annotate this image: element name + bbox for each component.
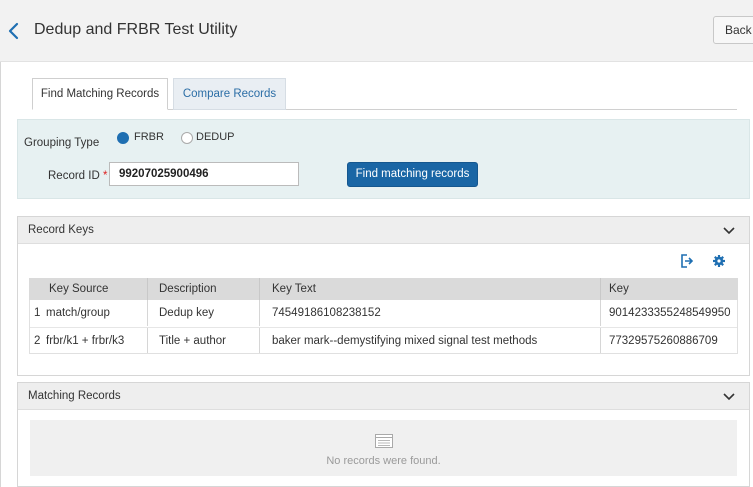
table-bottom-border <box>29 353 738 354</box>
record-id-input[interactable] <box>109 162 299 186</box>
column-divider <box>147 328 148 354</box>
column-header-key: Key <box>609 283 629 295</box>
matching-records-header[interactable]: Matching Records <box>18 383 749 410</box>
key-cell: 9014233355248549950 <box>609 307 731 319</box>
row-number: 2 <box>34 335 41 347</box>
tab-find-matching-records[interactable]: Find Matching Records <box>32 78 168 110</box>
back-button[interactable]: Back <box>713 16 753 44</box>
empty-state-text: No records were found. <box>326 455 441 467</box>
chevron-left-icon[interactable] <box>6 22 22 40</box>
description-cell: Title + author <box>159 335 227 347</box>
left-divider <box>0 62 1 487</box>
record-keys-panel: Record Keys Key Source Description Key T… <box>17 216 750 376</box>
required-mark: * <box>102 170 108 182</box>
column-divider <box>147 278 148 300</box>
column-header-key-source: Key Source <box>49 283 109 295</box>
key-cell: 77329575260886709 <box>609 335 718 347</box>
find-matching-records-button[interactable]: Find matching records <box>347 162 478 187</box>
main-content: Find Matching Records Compare Records Gr… <box>0 62 753 487</box>
matching-records-title: Matching Records <box>28 390 121 402</box>
row-number: 1 <box>34 307 41 319</box>
column-divider <box>600 328 601 354</box>
radio-dedup-label[interactable]: DEDUP <box>196 131 235 143</box>
record-keys-header[interactable]: Record Keys <box>18 217 749 244</box>
page-title: Dedup and FRBR Test Utility <box>34 21 238 38</box>
column-divider <box>600 278 601 300</box>
key-text-cell: 74549186108238152 <box>272 307 381 319</box>
grouping-type-label: Grouping Type <box>24 137 100 149</box>
key-text-cell: baker mark--demystifying mixed signal te… <box>272 335 538 347</box>
chevron-down-icon[interactable] <box>723 392 735 402</box>
table-row[interactable]: 2 frbr/k1 + frbr/k3 Title + author baker… <box>29 327 738 354</box>
chevron-down-icon[interactable] <box>723 226 735 236</box>
search-form: Grouping Type FRBR DEDUP Record ID * Fin… <box>17 119 750 199</box>
record-id-label: Record ID * <box>48 170 107 182</box>
description-cell: Dedup key <box>159 307 214 319</box>
column-divider <box>600 300 601 326</box>
tab-compare-records[interactable]: Compare Records <box>173 78 286 110</box>
empty-list-icon <box>375 434 393 448</box>
radio-frbr[interactable] <box>117 132 129 144</box>
radio-dedup[interactable] <box>181 132 193 144</box>
record-id-label-text: Record ID <box>48 170 100 182</box>
record-keys-title: Record Keys <box>28 224 94 236</box>
column-divider <box>259 300 260 326</box>
key-source-cell: match/group <box>46 307 110 319</box>
column-divider <box>259 278 260 300</box>
gear-icon[interactable] <box>712 254 726 268</box>
table-row[interactable]: 1 match/group Dedup key 7454918610823815… <box>29 300 738 326</box>
column-divider <box>259 328 260 354</box>
key-source-cell: frbr/k1 + frbr/k3 <box>46 335 125 347</box>
export-icon[interactable] <box>680 254 694 268</box>
column-header-description: Description <box>159 283 217 295</box>
matching-records-panel: Matching Records No records were found. <box>17 382 750 487</box>
tab-bar: Find Matching Records Compare Records <box>32 78 737 110</box>
table-header-row: Key Source Description Key Text Key <box>29 278 738 300</box>
column-header-key-text: Key Text <box>272 283 316 295</box>
page-header: Dedup and FRBR Test Utility Back <box>0 0 753 62</box>
empty-state: No records were found. <box>30 420 737 476</box>
radio-frbr-label[interactable]: FRBR <box>134 131 164 143</box>
column-divider <box>147 300 148 326</box>
